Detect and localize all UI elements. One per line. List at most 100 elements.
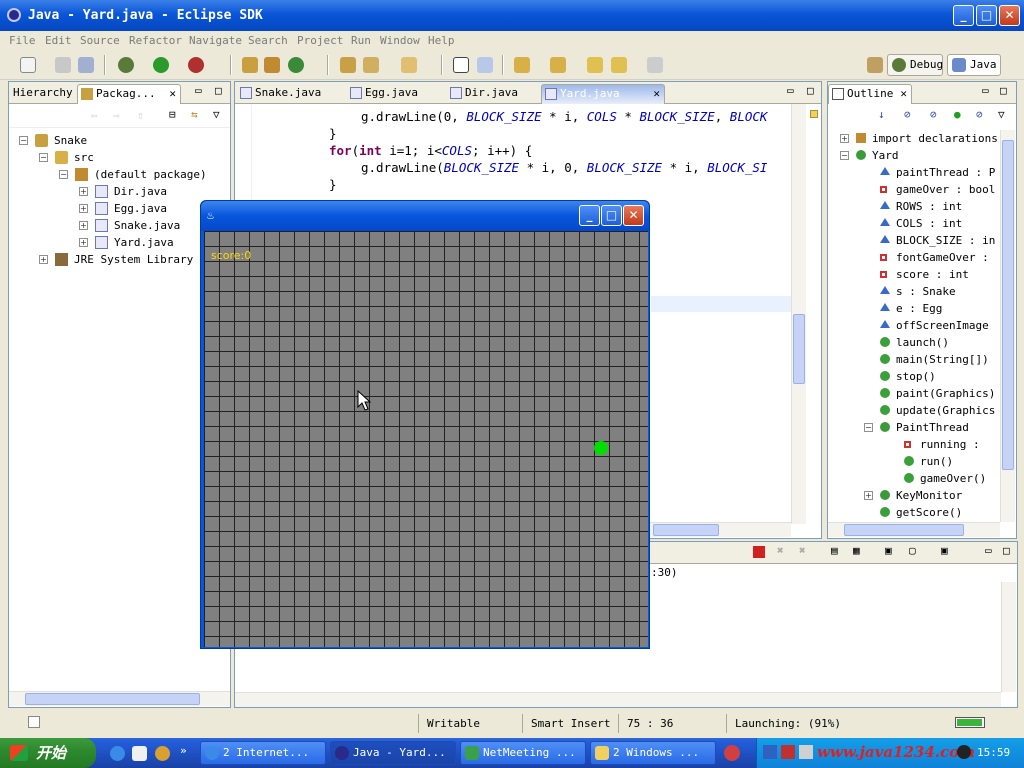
tab-snake-java[interactable]: Snake.java bbox=[237, 84, 337, 104]
close-tab-icon[interactable]: ✕ bbox=[900, 85, 907, 103]
hide-local-types-icon[interactable]: ⊘ bbox=[976, 108, 983, 121]
open-file-icon[interactable] bbox=[401, 57, 417, 73]
vertical-scrollbar[interactable] bbox=[1001, 582, 1016, 692]
last-edit-location-icon[interactable] bbox=[587, 57, 603, 73]
back-icon[interactable] bbox=[611, 57, 627, 73]
back-arrow-icon[interactable]: ⇦ bbox=[91, 109, 98, 122]
view-menu-icon[interactable]: ▽ bbox=[998, 108, 1005, 121]
maximize-view-icon[interactable]: □ bbox=[1003, 544, 1010, 557]
clear-console-icon[interactable]: ▤ bbox=[831, 544, 838, 557]
ie-icon[interactable] bbox=[110, 746, 125, 761]
next-annotation-icon[interactable] bbox=[514, 57, 530, 73]
menu-search[interactable]: Search bbox=[248, 34, 288, 47]
progress-indicator[interactable] bbox=[955, 717, 985, 728]
scroll-lock-icon[interactable]: ▦ bbox=[853, 544, 860, 557]
game-close-button[interactable]: ✕ bbox=[623, 205, 644, 226]
menu-navigate[interactable]: Navigate bbox=[189, 34, 242, 47]
vertical-scrollbar[interactable] bbox=[1000, 130, 1015, 522]
minimize-view-icon[interactable]: ▭ bbox=[195, 84, 202, 97]
taskbar-item[interactable]: 2 Internet... bbox=[200, 741, 326, 765]
media-icon[interactable] bbox=[155, 746, 170, 761]
game-minimize-button[interactable]: _ bbox=[579, 205, 600, 226]
open-console-icon[interactable]: ▣ bbox=[941, 544, 948, 557]
game-maximize-button[interactable]: □ bbox=[601, 205, 622, 226]
minimize-button[interactable]: _ bbox=[953, 5, 974, 26]
start-button[interactable]: 开始 bbox=[0, 738, 96, 768]
tab-outline[interactable]: Outline ✕ bbox=[828, 84, 912, 104]
menu-run[interactable]: Run bbox=[351, 34, 371, 47]
toggle-mark-occurrences-icon[interactable] bbox=[453, 57, 469, 73]
print-icon[interactable] bbox=[78, 57, 94, 73]
close-tab-icon[interactable]: ✕ bbox=[169, 85, 176, 103]
taskbar-item[interactable]: 2 Windows ... bbox=[590, 741, 716, 765]
display-console-icon[interactable]: ▢ bbox=[909, 544, 916, 557]
taskbar-item[interactable]: Java - Yard... bbox=[330, 741, 456, 765]
run-icon[interactable] bbox=[153, 57, 169, 73]
minimize-view-icon[interactable]: ▭ bbox=[787, 84, 794, 97]
tab-hierarchy[interactable]: Hierarchy bbox=[9, 84, 73, 104]
fast-view-icon[interactable] bbox=[28, 716, 40, 728]
remove-all-icon[interactable]: ✖ bbox=[799, 544, 806, 557]
vertical-scrollbar[interactable] bbox=[791, 104, 806, 524]
game-grid[interactable]: score:0 bbox=[204, 231, 648, 647]
up-icon[interactable]: ⇧ bbox=[137, 109, 144, 122]
forward-icon[interactable] bbox=[647, 57, 663, 73]
tab-yard-java[interactable]: Yard.java ✕ bbox=[541, 84, 665, 104]
external-tools-icon[interactable] bbox=[188, 57, 204, 73]
close-tab-icon[interactable]: ✕ bbox=[653, 85, 660, 103]
sort-icon[interactable]: ↓ bbox=[878, 108, 885, 121]
tab-egg-java[interactable]: Egg.java bbox=[347, 84, 437, 104]
new-java-project-icon[interactable] bbox=[242, 57, 258, 73]
menu-edit[interactable]: Edit bbox=[45, 34, 72, 47]
hide-static-icon[interactable]: ⊘ bbox=[930, 108, 937, 121]
forward-arrow-icon[interactable]: ⇨ bbox=[113, 109, 120, 122]
horizontal-scrollbar[interactable] bbox=[235, 692, 1001, 707]
open-perspective-icon[interactable] bbox=[867, 57, 883, 73]
new-class-icon[interactable] bbox=[288, 57, 304, 73]
menu-file[interactable]: File bbox=[9, 34, 36, 47]
window-title-bar[interactable]: Java - Yard.java - Eclipse SDK _ □ ✕ bbox=[0, 0, 1024, 31]
horizontal-scrollbar[interactable] bbox=[828, 522, 1000, 537]
tray-icon[interactable] bbox=[781, 745, 795, 759]
pin-console-icon[interactable]: ▣ bbox=[885, 544, 892, 557]
tray-icon[interactable] bbox=[957, 745, 971, 759]
horizontal-scrollbar[interactable] bbox=[9, 691, 230, 706]
show-whitespace-icon[interactable] bbox=[477, 57, 493, 73]
maximize-view-icon[interactable]: □ bbox=[1000, 84, 1007, 97]
debug-icon[interactable] bbox=[118, 57, 134, 73]
save-icon[interactable] bbox=[55, 57, 71, 73]
tray-icon[interactable] bbox=[763, 745, 777, 759]
previous-annotation-icon[interactable] bbox=[550, 57, 566, 73]
maximize-button[interactable]: □ bbox=[976, 5, 997, 26]
menu-help[interactable]: Help bbox=[428, 34, 455, 47]
link-editor-icon[interactable]: ⇆ bbox=[191, 108, 198, 121]
taskbar-item[interactable]: NetMeeting ... bbox=[460, 741, 586, 765]
tab-dir-java[interactable]: Dir.java bbox=[447, 84, 537, 104]
search-icon[interactable] bbox=[363, 57, 379, 73]
java-perspective-button[interactable]: Java bbox=[947, 54, 1001, 76]
menu-refactor[interactable]: Refactor bbox=[129, 34, 182, 47]
minimize-view-icon[interactable]: ▭ bbox=[985, 544, 992, 557]
snake-game-window[interactable]: ♨ _ □ ✕ score:0 bbox=[200, 200, 650, 649]
desktop-icon[interactable] bbox=[132, 746, 147, 761]
maximize-view-icon[interactable]: □ bbox=[807, 84, 814, 97]
tab-package-explorer[interactable]: Packag... ✕ bbox=[77, 84, 181, 104]
menu-window[interactable]: Window bbox=[380, 34, 420, 47]
hide-nonpublic-icon[interactable]: ● bbox=[954, 108, 961, 121]
language-bar-icon[interactable] bbox=[724, 745, 740, 761]
menu-source[interactable]: Source bbox=[80, 34, 120, 47]
hide-fields-icon[interactable]: ⊘ bbox=[904, 108, 911, 121]
minimize-view-icon[interactable]: ▭ bbox=[982, 84, 989, 97]
menu-project[interactable]: Project bbox=[297, 34, 343, 47]
remove-launch-icon[interactable]: ✖ bbox=[777, 544, 784, 557]
open-type-icon[interactable] bbox=[340, 57, 356, 73]
new-package-icon[interactable] bbox=[264, 57, 280, 73]
terminate-icon[interactable] bbox=[753, 546, 765, 558]
debug-perspective-button[interactable]: Debug bbox=[887, 54, 943, 76]
game-title-bar[interactable]: ♨ _ □ ✕ bbox=[201, 201, 649, 231]
maximize-view-icon[interactable]: □ bbox=[215, 84, 222, 97]
close-button[interactable]: ✕ bbox=[999, 5, 1020, 26]
view-menu-icon[interactable]: ▽ bbox=[213, 108, 220, 121]
new-icon[interactable] bbox=[20, 57, 36, 73]
collapse-all-icon[interactable]: ⊟ bbox=[169, 108, 176, 121]
